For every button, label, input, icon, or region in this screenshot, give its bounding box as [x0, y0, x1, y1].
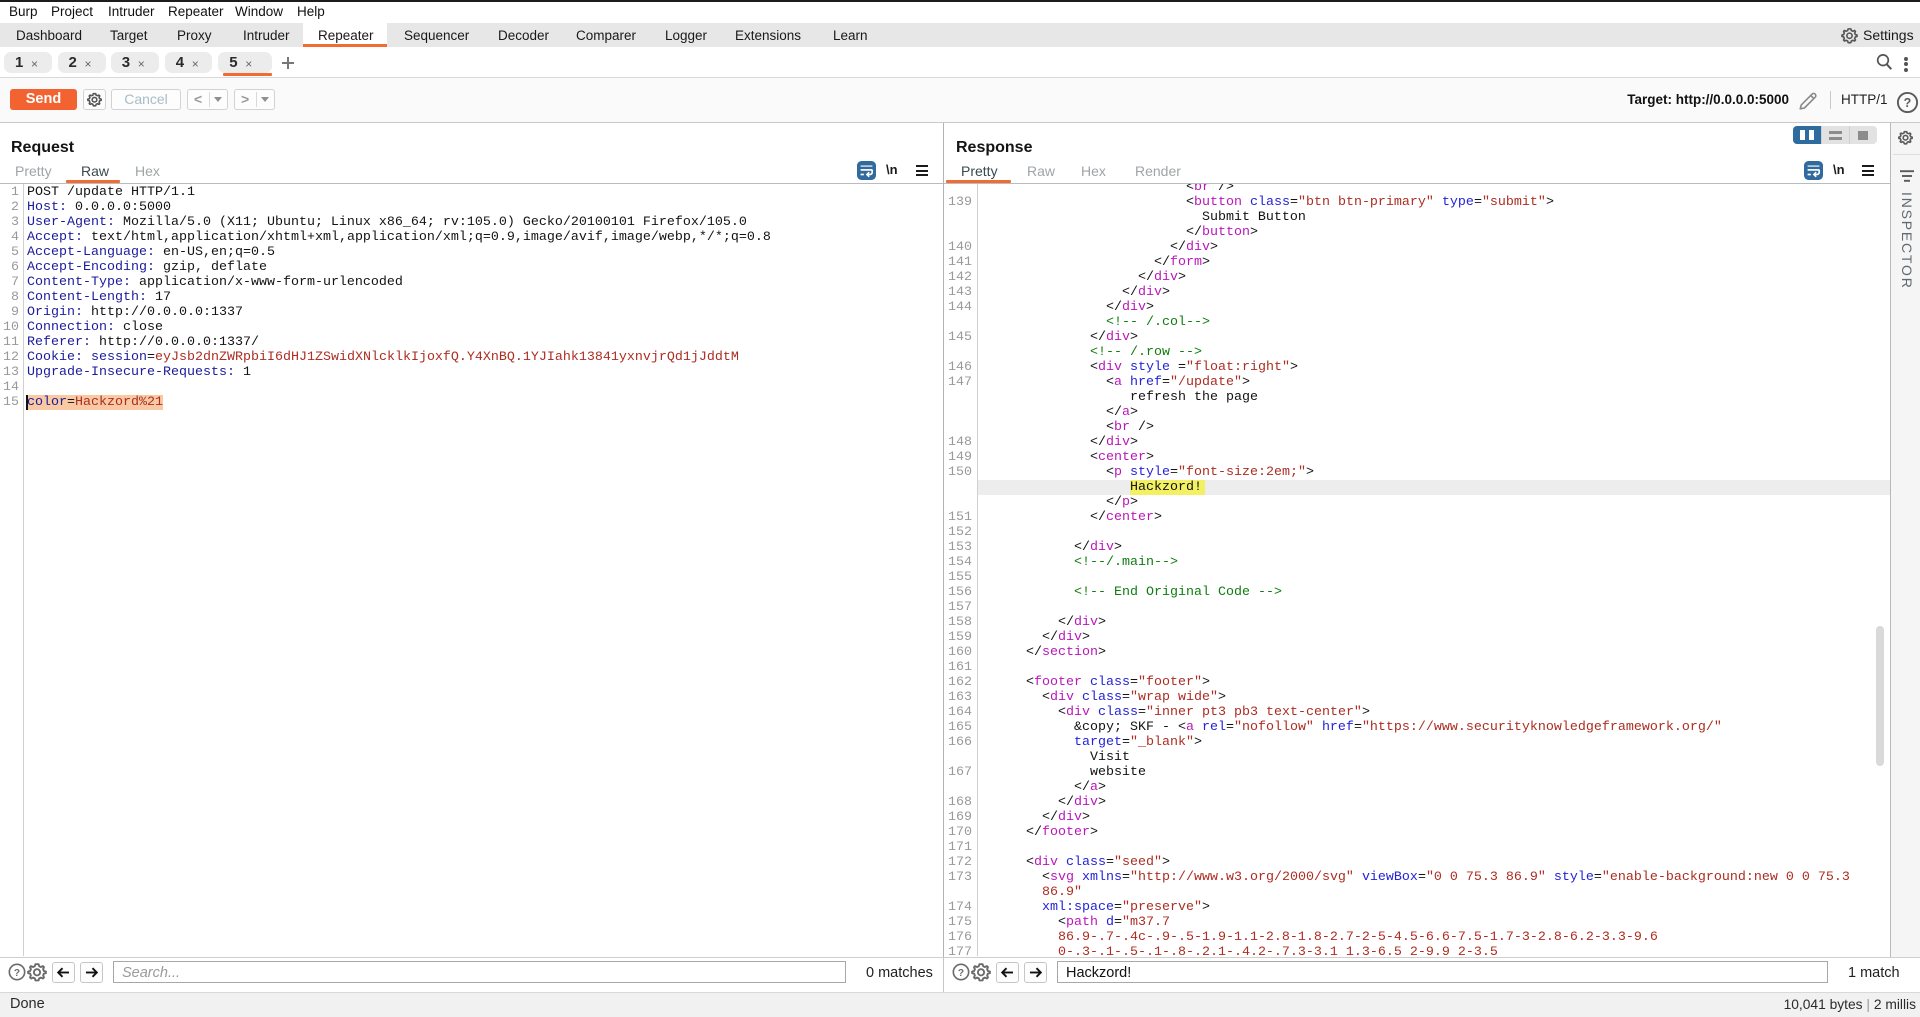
svg-text:?: ? [958, 968, 964, 979]
svg-text:?: ? [1904, 96, 1912, 110]
svg-text:?: ? [14, 968, 20, 979]
